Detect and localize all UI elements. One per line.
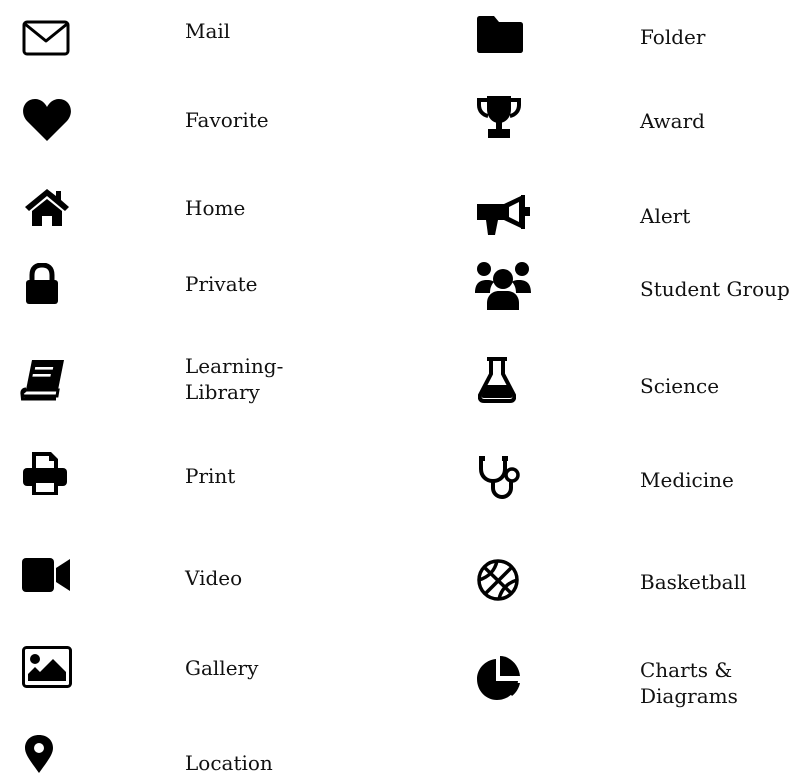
label-medicine: Medicine [640, 468, 734, 492]
label-student-group: Student Group [640, 277, 790, 301]
megaphone-icon [477, 193, 531, 237]
label-home: Home [185, 196, 246, 220]
label-alert: Alert [640, 204, 691, 228]
label-video: Video [185, 566, 243, 590]
label-print: Print [185, 464, 236, 488]
label-science: Science [640, 374, 720, 398]
label-gallery: Gallery [185, 656, 259, 680]
printer-icon [22, 450, 68, 496]
trophy-icon [476, 95, 522, 139]
label-learning-library: Learning- Library [185, 354, 284, 404]
label-charts-diagrams: Charts & Diagrams [640, 658, 738, 708]
label-favorite: Favorite [185, 108, 269, 132]
folder-icon [477, 15, 523, 53]
pie-chart-icon [476, 655, 522, 701]
basketball-icon [476, 558, 520, 602]
stethoscope-icon [478, 455, 520, 499]
label-basketball: Basketball [640, 570, 747, 594]
video-camera-icon [22, 558, 70, 592]
label-location: Location [185, 751, 273, 775]
label-folder: Folder [640, 25, 706, 49]
map-marker-icon [24, 734, 54, 774]
label-mail: Mail [185, 19, 231, 43]
label-private: Private [185, 272, 258, 296]
image-icon [22, 646, 72, 688]
flask-icon [478, 357, 516, 403]
home-icon [23, 187, 71, 227]
mail-icon [22, 20, 70, 56]
lock-icon [24, 263, 60, 305]
label-award: Award [640, 109, 705, 133]
users-icon [475, 261, 531, 311]
heart-icon [22, 97, 72, 143]
book-icon [20, 358, 66, 402]
